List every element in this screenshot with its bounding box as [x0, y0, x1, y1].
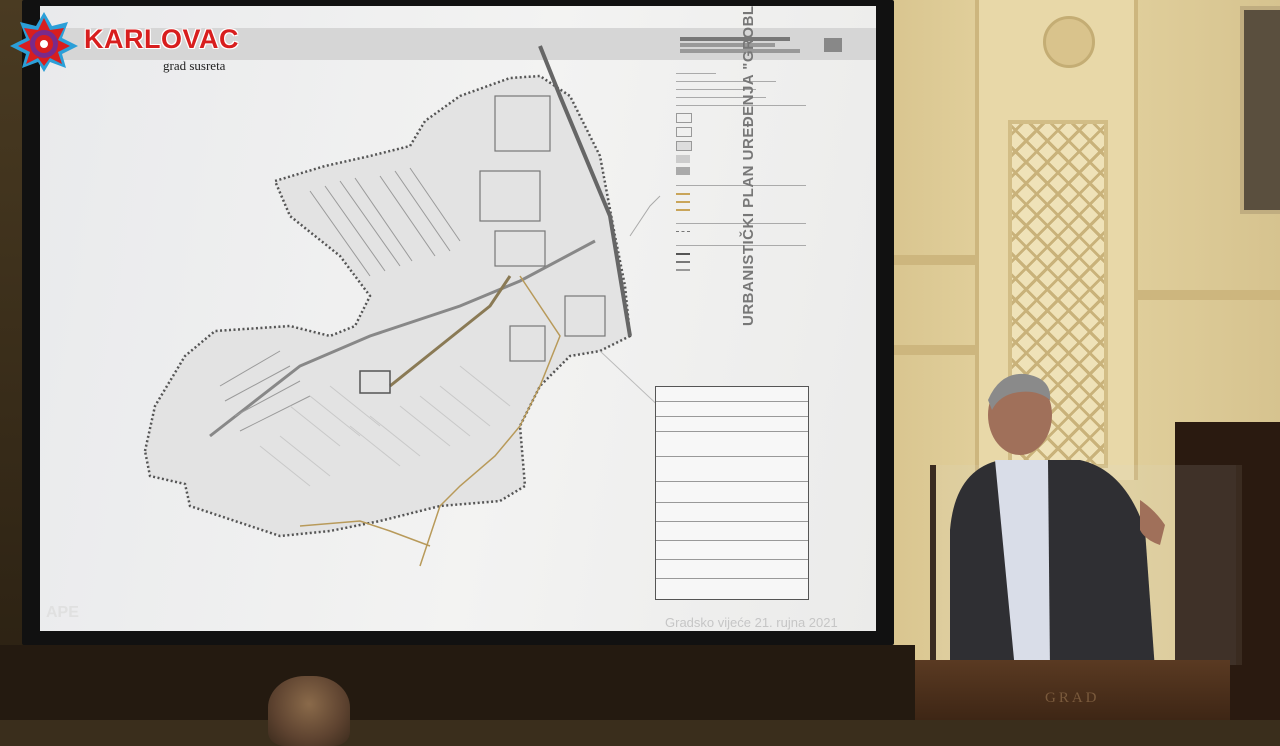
slide-watermark: APE [46, 604, 79, 621]
audience-member-head [268, 676, 350, 746]
wall-picture-frame [1240, 6, 1280, 214]
brand-tagline: grad susreta [163, 58, 226, 73]
ceiling-rosette [1043, 16, 1095, 68]
plan-title-block [655, 386, 809, 600]
access-road [629, 195, 661, 237]
slide-vertical-title: URBANISTIČKI PLAN UREĐENJA "GROBLJE VELI… [740, 6, 757, 326]
wall-molding [880, 345, 975, 355]
plan-boundary [143, 74, 632, 538]
brand-name: KARLOVAC [84, 24, 239, 54]
logo-mark-icon [10, 12, 78, 72]
wall-molding [880, 255, 975, 265]
projection-screen: URBANISTIČKI PLAN UREĐENJA "GROBLJE VELI… [40, 6, 876, 631]
room-floor-shadow [0, 645, 915, 720]
karlovac-logo: KARLOVAC grad susreta [8, 8, 258, 74]
slide-footer: Gradsko vijeće 21. rujna 2021 [665, 615, 838, 630]
speaker-figure [950, 373, 1165, 670]
wall-molding [1130, 290, 1280, 300]
podium-label: GRAD [1045, 690, 1100, 706]
